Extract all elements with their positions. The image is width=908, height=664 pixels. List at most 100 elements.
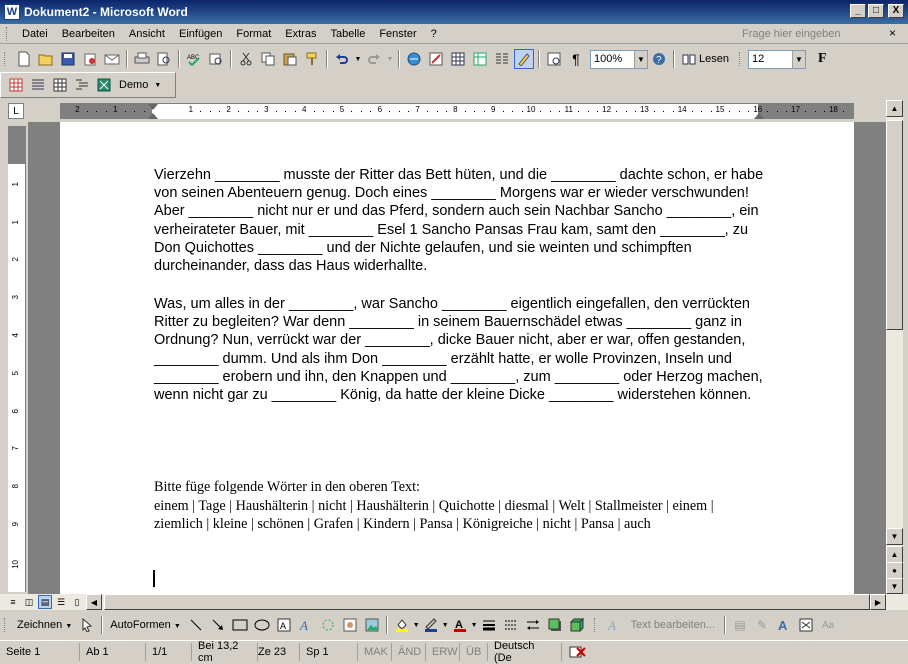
print-preview-icon[interactable]	[154, 49, 174, 69]
drawing-icon[interactable]	[514, 49, 534, 69]
scroll-left-icon[interactable]: ◀	[86, 594, 102, 610]
wordart-shape-icon[interactable]: A	[774, 615, 794, 635]
word-bank[interactable]: Bitte füge folgende Wörter in den oberen…	[154, 478, 764, 534]
horizontal-scroll-thumb[interactable]	[104, 594, 870, 610]
open-folder-icon[interactable]	[36, 49, 56, 69]
text-edit-button[interactable]: Text bearbeiten...	[625, 619, 721, 631]
email-icon[interactable]	[102, 49, 122, 69]
dash-style-icon[interactable]	[501, 615, 521, 635]
vertical-scroll-thumb[interactable]	[886, 120, 903, 330]
normal-view-icon[interactable]: ≡	[6, 595, 20, 609]
line-color-dropdown-icon[interactable]: ▼	[442, 622, 449, 629]
font-color-icon[interactable]: A	[450, 615, 470, 635]
scroll-right-icon[interactable]: ▶	[870, 594, 886, 610]
status-overtype[interactable]: ÜB	[460, 642, 488, 661]
3d-style-icon[interactable]	[567, 615, 587, 635]
vertical-ruler[interactable]: 1 1 2 3 4 5 6 7 8 9 10	[8, 126, 26, 592]
draw-menu[interactable]: Zeichnen ▼	[13, 619, 76, 631]
spelling-status-icon[interactable]	[562, 643, 596, 661]
text-wrapping-icon[interactable]	[796, 615, 816, 635]
wordart-gallery-icon[interactable]: ▤	[730, 615, 750, 635]
font-size-dropdown-icon[interactable]: ▼	[791, 50, 805, 68]
toolbar-grip[interactable]	[593, 618, 597, 632]
outline-view-icon[interactable]: ☰	[54, 595, 68, 609]
fill-color-icon[interactable]	[392, 615, 412, 635]
bold-button[interactable]: F	[818, 51, 827, 67]
paragraph-1[interactable]: Vierzehn ________ musste der Ritter das …	[154, 166, 764, 275]
toolbar-options-icon[interactable]: ▼	[154, 82, 161, 89]
tab-selector-icon[interactable]: L	[8, 103, 24, 119]
table-grid-icon[interactable]	[50, 75, 70, 95]
columns-icon[interactable]	[492, 49, 512, 69]
arrow-style-icon[interactable]	[523, 615, 543, 635]
toolbar-grip[interactable]	[4, 52, 7, 66]
toolbar-grip[interactable]	[4, 618, 7, 632]
menu-datei[interactable]: Datei	[15, 26, 55, 42]
wordart-format-icon[interactable]: ✎	[752, 615, 772, 635]
menubar-grip[interactable]	[6, 26, 9, 41]
paste-icon[interactable]	[280, 49, 300, 69]
document-map-icon[interactable]	[544, 49, 564, 69]
line-style-icon[interactable]	[479, 615, 499, 635]
outline-icon[interactable]	[72, 75, 92, 95]
show-formatting-icon[interactable]: ¶	[566, 49, 586, 69]
scroll-up-icon[interactable]: ▲	[886, 100, 903, 117]
help-search-input[interactable]: Frage hier eingeben	[742, 27, 882, 42]
zoom-dropdown-icon[interactable]: ▼	[634, 50, 647, 68]
menu-help[interactable]: ?	[424, 26, 444, 42]
document-close-icon[interactable]: ×	[889, 26, 896, 40]
tables-borders-icon[interactable]	[426, 49, 446, 69]
zoom-select[interactable]: 100% ▼	[590, 49, 648, 69]
list-table-icon[interactable]	[28, 75, 48, 95]
copy-icon[interactable]	[258, 49, 278, 69]
menu-format[interactable]: Format	[229, 26, 278, 42]
menu-tabelle[interactable]: Tabelle	[323, 26, 372, 42]
insert-picture-icon[interactable]	[362, 615, 382, 635]
redo-icon[interactable]	[364, 49, 384, 69]
reading-view-icon[interactable]: ▯	[70, 595, 84, 609]
menu-einfuegen[interactable]: Einfügen	[172, 26, 229, 42]
autoshapes-menu[interactable]: AutoFormen ▼	[106, 619, 185, 631]
first-line-indent-marker[interactable]	[148, 104, 158, 110]
textbox-icon[interactable]: A	[274, 615, 294, 635]
line-color-icon[interactable]	[421, 615, 441, 635]
toolbar-grip[interactable]	[738, 52, 742, 66]
print-icon[interactable]	[132, 49, 152, 69]
maximize-button[interactable]: □	[868, 4, 884, 18]
close-button[interactable]: X	[888, 4, 904, 18]
spelling-icon[interactable]: ABC	[184, 49, 204, 69]
clipart-icon[interactable]	[340, 615, 360, 635]
grid-red-icon[interactable]	[6, 75, 26, 95]
previous-page-icon[interactable]: ▲	[886, 546, 903, 563]
demo-icon[interactable]	[94, 75, 114, 95]
shadow-style-icon[interactable]	[545, 615, 565, 635]
minimize-button[interactable]: _	[850, 4, 866, 18]
line-icon[interactable]	[186, 615, 206, 635]
document-page[interactable]: Vierzehn ________ musste der Ritter das …	[60, 122, 854, 594]
save-icon[interactable]	[58, 49, 78, 69]
demo-label[interactable]: Demo	[115, 79, 152, 91]
diagram-icon[interactable]	[318, 615, 338, 635]
format-painter-icon[interactable]	[302, 49, 322, 69]
menu-fenster[interactable]: Fenster	[372, 26, 423, 42]
insert-excel-icon[interactable]	[470, 49, 490, 69]
same-letter-heights-icon[interactable]: Aa	[818, 615, 838, 635]
wordart-icon[interactable]: A	[296, 615, 316, 635]
undo-dropdown-icon[interactable]: ▼	[354, 49, 362, 69]
insert-table-icon[interactable]	[448, 49, 468, 69]
paragraph-2[interactable]: Was, um alles in der ________, war Sanch…	[154, 295, 764, 404]
select-objects-icon[interactable]	[77, 615, 97, 635]
print-layout-icon[interactable]: ▤	[38, 595, 52, 609]
vertical-scrollbar[interactable]: ▲ ▼ ▲ ● ▼	[886, 100, 903, 594]
cut-icon[interactable]	[236, 49, 256, 69]
fill-color-dropdown-icon[interactable]: ▼	[413, 622, 420, 629]
horizontal-ruler[interactable]: 2 1 1 2 3 4 5 6 7 8 9 10 11 12 13 14 15 16 17 18	[60, 103, 854, 119]
next-page-icon[interactable]: ▼	[886, 578, 903, 594]
menu-extras[interactable]: Extras	[278, 26, 323, 42]
read-button[interactable]: Lesen	[678, 53, 733, 65]
scroll-down-icon[interactable]: ▼	[886, 528, 903, 545]
help-icon[interactable]: ?	[649, 49, 669, 69]
new-document-icon[interactable]	[14, 49, 34, 69]
redo-dropdown-icon[interactable]: ▼	[386, 49, 394, 69]
status-macro-recorder[interactable]: MAK	[358, 642, 392, 661]
